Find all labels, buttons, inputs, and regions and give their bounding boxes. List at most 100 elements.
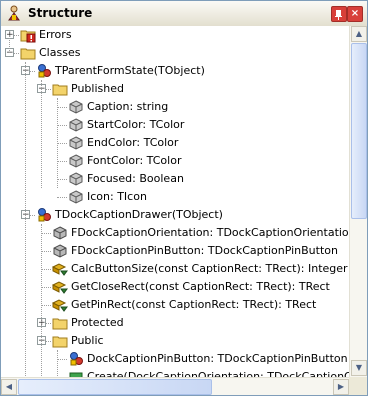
tree-guide-line <box>9 35 10 53</box>
scroll-right-icon: ▶ <box>337 382 345 391</box>
scroll-up-icon: ▲ <box>355 29 363 38</box>
tree-node[interactable]: − TParentFormState(TObject) <box>1 62 349 80</box>
constructor-icon <box>69 372 83 377</box>
tree-node-label: GetPinRect(const CaptionRect: TRect): TR… <box>71 298 317 311</box>
tree-connector <box>41 305 51 306</box>
tree-node[interactable]: + Errors <box>1 26 349 44</box>
tree-node-label: TParentFormState(TObject) <box>55 64 205 77</box>
tree-connector <box>57 359 67 360</box>
scroll-right-button[interactable]: ▶ <box>333 379 349 395</box>
tree-node[interactable]: − Public <box>1 332 349 350</box>
tree-node[interactable]: DockCaptionPinButton: TDockCaptionPinBut… <box>1 350 349 368</box>
tree-node-label: FDockCaptionOrientation: TDockCaptionOri… <box>71 226 349 239</box>
method-icon <box>52 281 68 294</box>
tree-guide-line <box>57 98 58 188</box>
vertical-scroll-thumb[interactable] <box>351 43 367 219</box>
class-member-icon <box>70 352 83 366</box>
window-title: Structure <box>28 6 93 20</box>
scroll-left-icon: ◀ <box>5 382 13 391</box>
close-button[interactable]: × <box>347 6 363 22</box>
structure-app-icon <box>8 5 20 21</box>
method-icon <box>52 263 68 276</box>
horizontal-scroll-thumb[interactable] <box>18 379 212 395</box>
tree-node-label: Protected <box>71 316 124 329</box>
scroll-left-button[interactable]: ◀ <box>1 379 17 395</box>
tree-node-label: EndColor: TColor <box>87 136 179 149</box>
tree-node-label: Published <box>71 82 124 95</box>
class-icon <box>38 64 51 78</box>
tree-node-label: Public <box>71 334 104 347</box>
tree-node[interactable]: FontColor: TColor <box>1 152 349 170</box>
tree-guide-line <box>25 62 26 377</box>
property-icon <box>69 100 83 114</box>
tree-guide-line <box>41 224 42 377</box>
tree-node[interactable]: Caption: string <box>1 98 349 116</box>
tree-node[interactable]: StartColor: TColor <box>1 116 349 134</box>
tree-node[interactable]: − TDockCaptionDrawer(TObject) <box>1 206 349 224</box>
horizontal-scrollbar[interactable]: ◀ ▶ <box>1 377 349 395</box>
tree-node[interactable]: + Protected <box>1 314 349 332</box>
property-icon <box>69 118 83 132</box>
method-icon <box>52 299 68 312</box>
tree-node[interactable]: GetCloseRect(const CaptionRect: TRect): … <box>1 278 349 296</box>
folder-icon <box>52 84 68 96</box>
tree-node-label: Classes <box>39 46 81 59</box>
tree-node-label: Errors <box>39 28 72 41</box>
tree-node-label: Focused: Boolean <box>87 172 184 185</box>
tree-connector <box>41 251 51 252</box>
tree-node[interactable]: FDockCaptionPinButton: TDockCaptionPinBu… <box>1 242 349 260</box>
tree-node-label: Create(DockCaptionOrientation: TDockCapt… <box>87 370 349 377</box>
tree-node-label: FontColor: TColor <box>87 154 182 167</box>
structure-panel: Structure × + Errors − Classes − TParentFormS… <box>0 0 368 396</box>
tree-node[interactable]: CalcButtonSize(const CaptionRect: TRect)… <box>1 260 349 278</box>
class-icon <box>38 208 51 222</box>
property-icon <box>69 172 83 186</box>
property-icon <box>69 190 83 204</box>
tree-node-label: DockCaptionPinButton: TDockCaptionPinBut… <box>87 352 348 365</box>
scroll-up-button[interactable]: ▲ <box>351 26 367 42</box>
tree-guide-line <box>41 80 42 188</box>
field-icon <box>53 244 67 258</box>
tree-connector <box>57 161 67 162</box>
tree-node-label: StartColor: TColor <box>87 118 185 131</box>
folder-icon <box>20 48 36 60</box>
error-folder-icon <box>20 30 36 43</box>
tree-node-label: Caption: string <box>87 100 169 113</box>
scroll-down-icon: ▼ <box>355 363 363 372</box>
tree-connector <box>57 179 67 180</box>
tree-node[interactable]: − Classes <box>1 44 349 62</box>
tree-node[interactable]: Icon: TIcon <box>1 188 349 206</box>
tree-connector <box>41 287 51 288</box>
tree-node[interactable]: Create(DockCaptionOrientation: TDockCapt… <box>1 368 349 377</box>
tree-node-label: TDockCaptionDrawer(TObject) <box>55 208 223 221</box>
tree-node-label: GetCloseRect(const CaptionRect: TRect): … <box>71 280 330 293</box>
tree-connector <box>57 107 67 108</box>
tree-node[interactable]: FDockCaptionOrientation: TDockCaptionOri… <box>1 224 349 242</box>
tree-node-label: FDockCaptionPinButton: TDockCaptionPinBu… <box>71 244 338 257</box>
structure-tree[interactable]: + Errors − Classes − TParentFormState(TObject… <box>1 26 349 377</box>
folder-icon <box>52 336 68 348</box>
field-icon <box>53 226 67 240</box>
tree-node-label: CalcButtonSize(const CaptionRect: TRect)… <box>71 262 348 275</box>
tree-node-label: Icon: TIcon <box>87 190 147 203</box>
property-icon <box>69 154 83 168</box>
folder-icon <box>52 318 68 330</box>
scroll-down-button[interactable]: ▼ <box>351 360 367 376</box>
tree-connector <box>41 233 51 234</box>
property-icon <box>69 136 83 150</box>
close-icon: × <box>350 8 360 19</box>
pin-button[interactable] <box>331 6 347 22</box>
scrollbar-corner <box>349 377 367 395</box>
tree-guide-line <box>57 350 58 377</box>
tree-connector <box>41 269 51 270</box>
tree-node[interactable]: Focused: Boolean <box>1 170 349 188</box>
tree-node[interactable]: GetPinRect(const CaptionRect: TRect): TR… <box>1 296 349 314</box>
title-bar: Structure × <box>1 1 367 27</box>
pin-icon <box>335 10 342 20</box>
tree-connector <box>57 125 67 126</box>
tree-connector <box>57 197 67 198</box>
tree-connector <box>57 143 67 144</box>
tree-node[interactable]: − Published <box>1 80 349 98</box>
vertical-scrollbar[interactable]: ▲ ▼ <box>349 26 367 377</box>
tree-node[interactable]: EndColor: TColor <box>1 134 349 152</box>
